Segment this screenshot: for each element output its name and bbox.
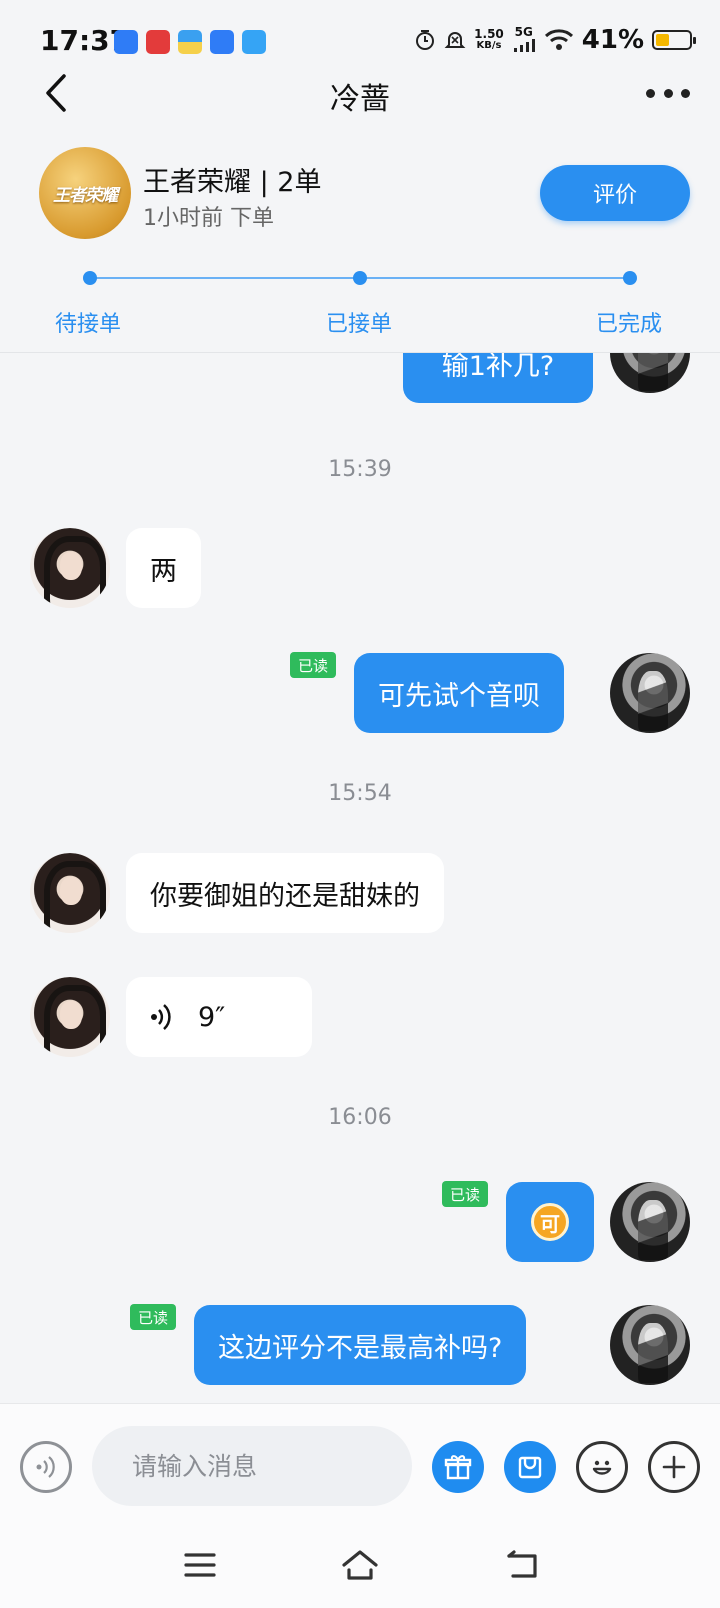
coupon-icon xyxy=(518,1456,542,1479)
my-avatar[interactable] xyxy=(610,1305,690,1385)
status-right: 1.50 KB/s 5G 41% xyxy=(414,22,696,58)
rate-button[interactable]: 评价 xyxy=(540,165,690,221)
baidu-app-icon-2 xyxy=(210,30,234,54)
message-text: 你要御姐的还是甜妹的 xyxy=(150,880,420,912)
step-accepted: 已接单 xyxy=(326,312,393,337)
my-avatar[interactable] xyxy=(610,353,690,393)
dot xyxy=(663,88,673,98)
status-bar: 17:37 1.50 KB/s 5G 41% xyxy=(0,0,720,80)
progress-dot-pending xyxy=(83,271,97,285)
voice-message-bubble[interactable]: 9″ xyxy=(126,977,312,1057)
message-input[interactable] xyxy=(92,1426,412,1506)
voice-wave-icon xyxy=(36,1456,55,1478)
news-app-icon xyxy=(146,30,170,54)
voice-duration: 9″ xyxy=(198,1001,226,1033)
back-nav-button[interactable] xyxy=(500,1543,544,1587)
contact-avatar[interactable] xyxy=(30,528,110,608)
message-bubble-out[interactable]: 可先试个音呗 xyxy=(354,653,564,733)
read-tag: 已读 xyxy=(442,1181,489,1207)
message-text: 输1补几? xyxy=(441,353,555,382)
game-logo-text: 王者荣耀 xyxy=(53,185,118,206)
battery-percent: 41% xyxy=(581,25,644,55)
contact-avatar[interactable] xyxy=(30,853,110,933)
input-bar xyxy=(0,1403,720,1523)
dot xyxy=(681,88,690,98)
coupon-button[interactable] xyxy=(504,1441,556,1493)
net-speed: 1.50 KB/s xyxy=(474,28,504,52)
time-separator: 16:06 xyxy=(328,1105,392,1130)
chat-area[interactable]: 输1补几? 15:39 两 已读 可先试个音呗 15:54 你要御姐的还是甜妹的… xyxy=(0,353,720,1403)
voice-input-button[interactable] xyxy=(20,1441,72,1493)
menu-icon xyxy=(184,1553,216,1577)
home-icon xyxy=(342,1550,378,1580)
emoji-button[interactable] xyxy=(576,1441,628,1493)
contact-avatar[interactable] xyxy=(30,977,110,1057)
my-avatar[interactable] xyxy=(610,1182,690,1262)
progress-dot-completed xyxy=(623,271,637,285)
message-bubble-out[interactable]: 这边评分不是最高补吗? xyxy=(194,1305,527,1385)
smile-icon xyxy=(592,1460,612,1475)
plus-icon xyxy=(662,1455,686,1479)
system-nav-bar xyxy=(0,1523,720,1608)
gift-icon xyxy=(444,1455,472,1480)
top-area: 17:37 1.50KB/s 5G 41% 冷蔷 王者荣耀 王者荣耀 | 2单 xyxy=(0,0,720,353)
more-options-button[interactable] xyxy=(646,78,690,108)
message-text: 这边评分不是最高补吗? xyxy=(218,1332,503,1364)
time-separator: 15:39 xyxy=(328,457,392,482)
gift-button[interactable] xyxy=(432,1441,484,1493)
read-tag: 已读 xyxy=(290,652,337,678)
network-type: 5G xyxy=(512,26,536,54)
emoji-message-bubble[interactable]: 可 xyxy=(506,1182,594,1262)
wallet-app-icon xyxy=(178,30,202,54)
message-text: 两 xyxy=(150,555,177,587)
step-completed: 已完成 xyxy=(596,312,663,337)
ke-emoji-icon: 可 xyxy=(531,1203,569,1241)
return-icon xyxy=(507,1550,537,1578)
menu-nav-button[interactable] xyxy=(178,1543,222,1587)
dot xyxy=(646,88,655,98)
message-text: 可先试个音呗 xyxy=(378,680,540,712)
battery-icon xyxy=(652,30,696,50)
order-time: 1小时前 下单 xyxy=(143,206,274,231)
plus-button[interactable] xyxy=(648,1441,700,1493)
progress-dot-accepted xyxy=(353,271,367,285)
baidu-app-icon xyxy=(114,30,138,54)
game-logo[interactable]: 王者荣耀 xyxy=(39,147,131,239)
read-tag: 已读 xyxy=(130,1304,177,1330)
my-avatar[interactable] xyxy=(610,653,690,733)
order-progress: 待接单 已接单 已完成 xyxy=(0,262,720,342)
message-bubble-in[interactable]: 你要御姐的还是甜妹的 xyxy=(126,853,444,933)
wifi-icon xyxy=(544,29,573,50)
message-bubble-out[interactable]: 输1补几? xyxy=(403,353,593,403)
mute-bell-icon xyxy=(444,32,466,48)
time-separator: 15:54 xyxy=(328,781,392,806)
network-label: 5G xyxy=(514,25,533,39)
alarm-icon xyxy=(416,30,435,50)
step-pending: 待接单 xyxy=(55,312,122,337)
home-nav-button[interactable] xyxy=(338,1543,382,1587)
signal-icon xyxy=(513,39,535,52)
message-bubble-in[interactable]: 两 xyxy=(126,528,201,608)
heart-app-icon xyxy=(242,30,266,54)
net-speed-value: 1.50 xyxy=(474,27,504,41)
notification-icons xyxy=(114,30,266,54)
net-speed-unit: KB/s xyxy=(476,40,502,51)
order-title: 王者荣耀 | 2单 xyxy=(143,167,322,198)
battery-fill xyxy=(656,34,670,46)
page-title: 冷蔷 xyxy=(330,82,390,117)
voice-wave-icon xyxy=(151,1004,171,1030)
chat-header: 冷蔷 xyxy=(0,70,720,120)
